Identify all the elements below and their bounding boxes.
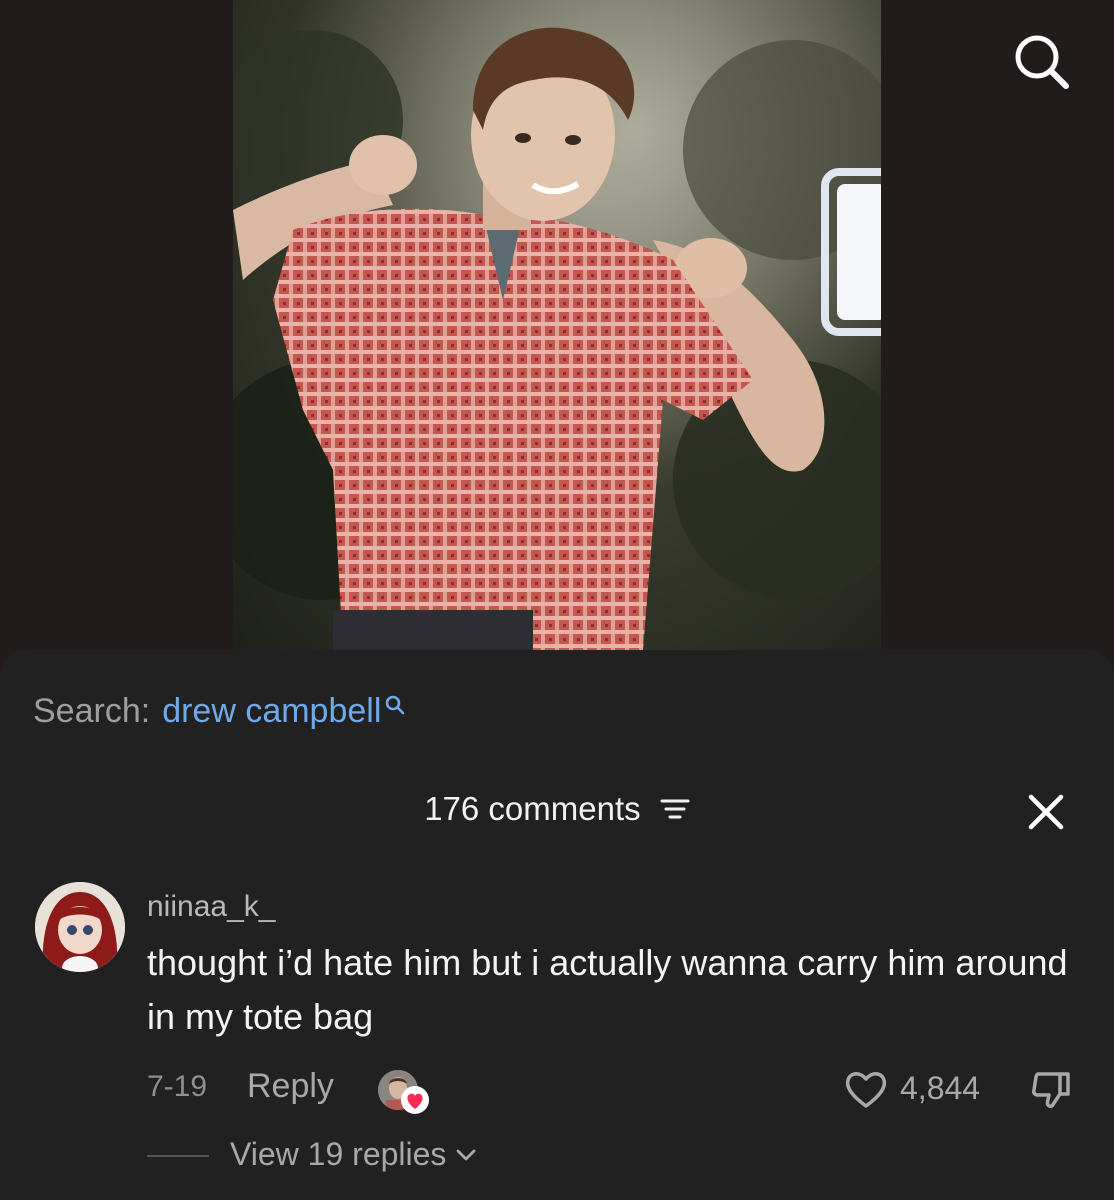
thumbs-down-icon[interactable] [1028,1066,1074,1112]
like-count: 4,844 [900,1070,981,1106]
search-suggestion[interactable]: Search: drew campbell [33,692,406,731]
comment-username[interactable]: niinaa_k_ [147,890,275,924]
video-thumbnail[interactable] [233,0,881,650]
sort-icon[interactable] [660,797,690,821]
reply-button[interactable]: Reply [247,1067,334,1106]
comments-count: 176 comments [424,790,641,827]
chevron-down-icon [457,1149,476,1160]
close-icon[interactable] [1026,792,1066,832]
video-image [233,0,881,650]
view-replies-button[interactable]: View 19 replies [230,1136,478,1173]
heart-icon[interactable] [843,1068,889,1110]
comment-date: 7-19 [147,1070,208,1103]
search-term[interactable]: drew campbell [162,692,381,731]
search-icon[interactable] [1010,30,1072,92]
avatar[interactable] [35,882,125,972]
comments-header: 176 comments [0,790,1114,828]
search-label: Search: [33,692,151,730]
avatar-image [35,882,125,972]
comment-text: thought i’d hate him but i actually wann… [147,942,1068,1037]
view-replies-label: View 19 replies [230,1136,447,1172]
search-icon [386,695,405,714]
heart-badge-icon [401,1086,429,1114]
comments-sheet: Search: drew campbell 176 comments niina… [0,650,1114,1200]
replies-divider [147,1155,209,1157]
